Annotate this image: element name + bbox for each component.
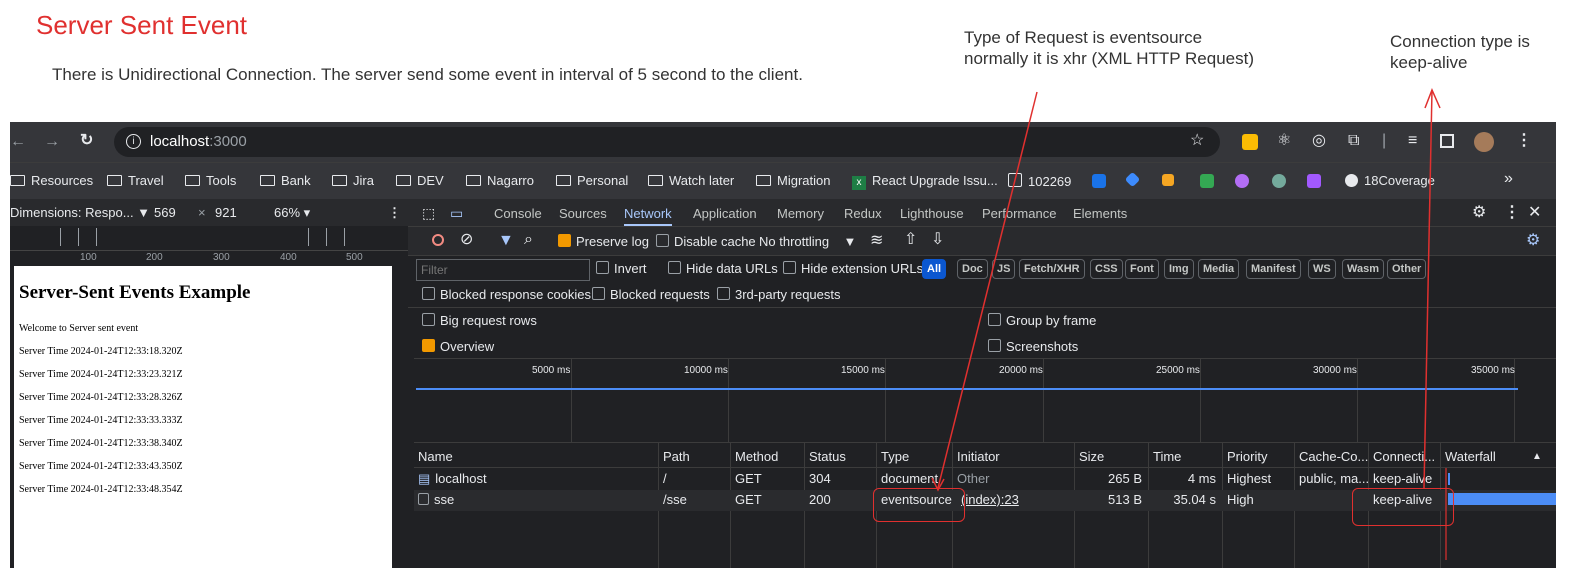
arrow-to-connection bbox=[1423, 89, 1433, 489]
arrowhead-type bbox=[931, 477, 945, 492]
annotation-arrows bbox=[931, 88, 1447, 560]
arrow-to-type bbox=[937, 91, 1038, 489]
